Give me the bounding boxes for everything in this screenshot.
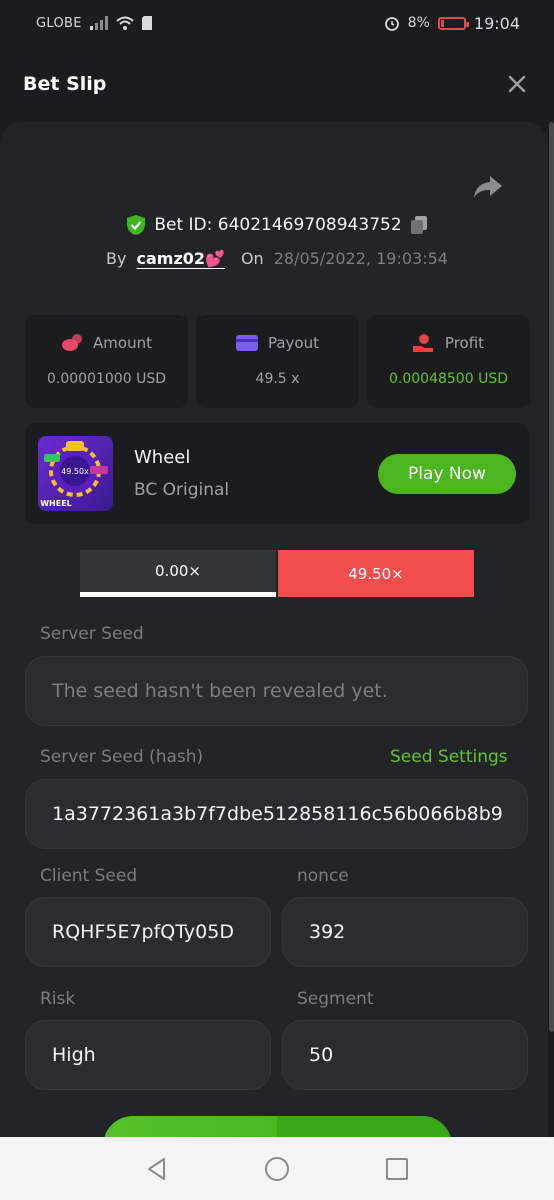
risk-field[interactable]: High <box>25 1020 271 1090</box>
back-button[interactable] <box>137 1149 177 1189</box>
bet-id: Bet ID: 64021469708943752 <box>154 215 402 235</box>
coins-icon <box>62 334 83 351</box>
server-hash-field[interactable]: 1a3772361a3b7f7dbe512858116c56b066b8b9 <box>25 779 528 849</box>
payout-card: Payout 49.5 x <box>196 315 359 408</box>
server-seed-field[interactable]: The seed hasn't been revealed yet. <box>25 656 528 726</box>
battery-percent: 8% <box>407 15 430 31</box>
status-bar: GLOBE 8% 19:04 <box>0 0 554 46</box>
carrier-label: GLOBE <box>36 15 82 31</box>
signal-icon <box>89 16 108 30</box>
client-seed-field[interactable]: RQHF5E7pfQTy05D <box>25 897 271 967</box>
clock: 19:04 <box>473 13 520 33</box>
risk-label: Risk <box>40 989 76 1009</box>
bet-author-row: By camz02💕 On 28/05/2022, 19:03:54 <box>0 244 554 272</box>
play-now-button[interactable]: Play Now <box>378 454 516 494</box>
profit-value: 0.00048500 USD <box>389 371 508 387</box>
payout-segment-win: 49.50× <box>278 550 474 597</box>
game-provider: BC Original <box>134 480 230 500</box>
alarm-icon <box>384 17 399 31</box>
share-button[interactable] <box>472 172 504 202</box>
recents-square-icon <box>386 1157 408 1180</box>
thumb-multiplier: 49.50x <box>61 467 89 476</box>
close-button[interactable] <box>502 69 532 99</box>
bet-date: 28/05/2022, 19:03:54 <box>273 248 448 268</box>
verified-shield-icon <box>127 215 146 235</box>
game-name: Wheel <box>134 447 191 468</box>
battery-low-icon <box>437 16 469 30</box>
amount-value: 0.00001000 USD <box>47 371 166 387</box>
username-link[interactable]: camz02💕 <box>137 249 225 268</box>
thumb-title: WHEEL <box>40 499 72 508</box>
recents-button[interactable] <box>377 1149 417 1189</box>
amount-label: Amount <box>93 334 152 352</box>
home-circle-icon <box>265 1156 289 1181</box>
payout-label: Payout <box>267 334 319 352</box>
bet-slip-header: Bet Slip <box>0 46 554 122</box>
system-nav-bar <box>0 1137 554 1200</box>
home-button[interactable] <box>257 1149 297 1189</box>
status-right: 8% 19:04 <box>384 14 520 33</box>
wheel-game-icon: 49.50x WHEEL <box>40 441 108 508</box>
page-title: Bet Slip <box>23 73 107 95</box>
wallet-icon <box>235 335 258 351</box>
profit-card: Profit 0.00048500 USD <box>367 315 530 408</box>
close-icon <box>508 75 526 93</box>
by-label: By <box>106 248 127 268</box>
sim-icon <box>141 16 152 30</box>
server-seed-label: Server Seed <box>40 624 144 644</box>
copy-icon[interactable] <box>410 215 428 235</box>
nonce-field[interactable]: 392 <box>282 897 528 967</box>
game-thumbnail: 49.50x WHEEL <box>38 436 113 511</box>
payout-value: 49.5 x <box>255 371 300 387</box>
wifi-icon <box>116 16 134 30</box>
hand-money-icon <box>412 334 433 352</box>
status-left: GLOBE <box>36 16 152 31</box>
share-icon <box>474 176 502 198</box>
on-label: On <box>240 248 264 268</box>
payout-segment-lose: 0.00× <box>80 550 276 597</box>
segment-label: Segment <box>297 989 374 1009</box>
game-card: 49.50x WHEEL Wheel BC Original Play Now <box>25 423 529 524</box>
nonce-label: nonce <box>297 866 349 886</box>
segment-field[interactable]: 50 <box>282 1020 528 1090</box>
server-hash-label: Server Seed (hash) <box>40 747 204 767</box>
client-seed-label: Client Seed <box>40 866 138 886</box>
back-triangle-icon <box>148 1157 165 1180</box>
profit-label: Profit <box>444 334 485 352</box>
seed-settings-link[interactable]: Seed Settings <box>390 747 508 767</box>
amount-card: Amount 0.00001000 USD <box>25 315 188 408</box>
bet-id-row: Bet ID: 64021469708943752 <box>0 210 554 240</box>
